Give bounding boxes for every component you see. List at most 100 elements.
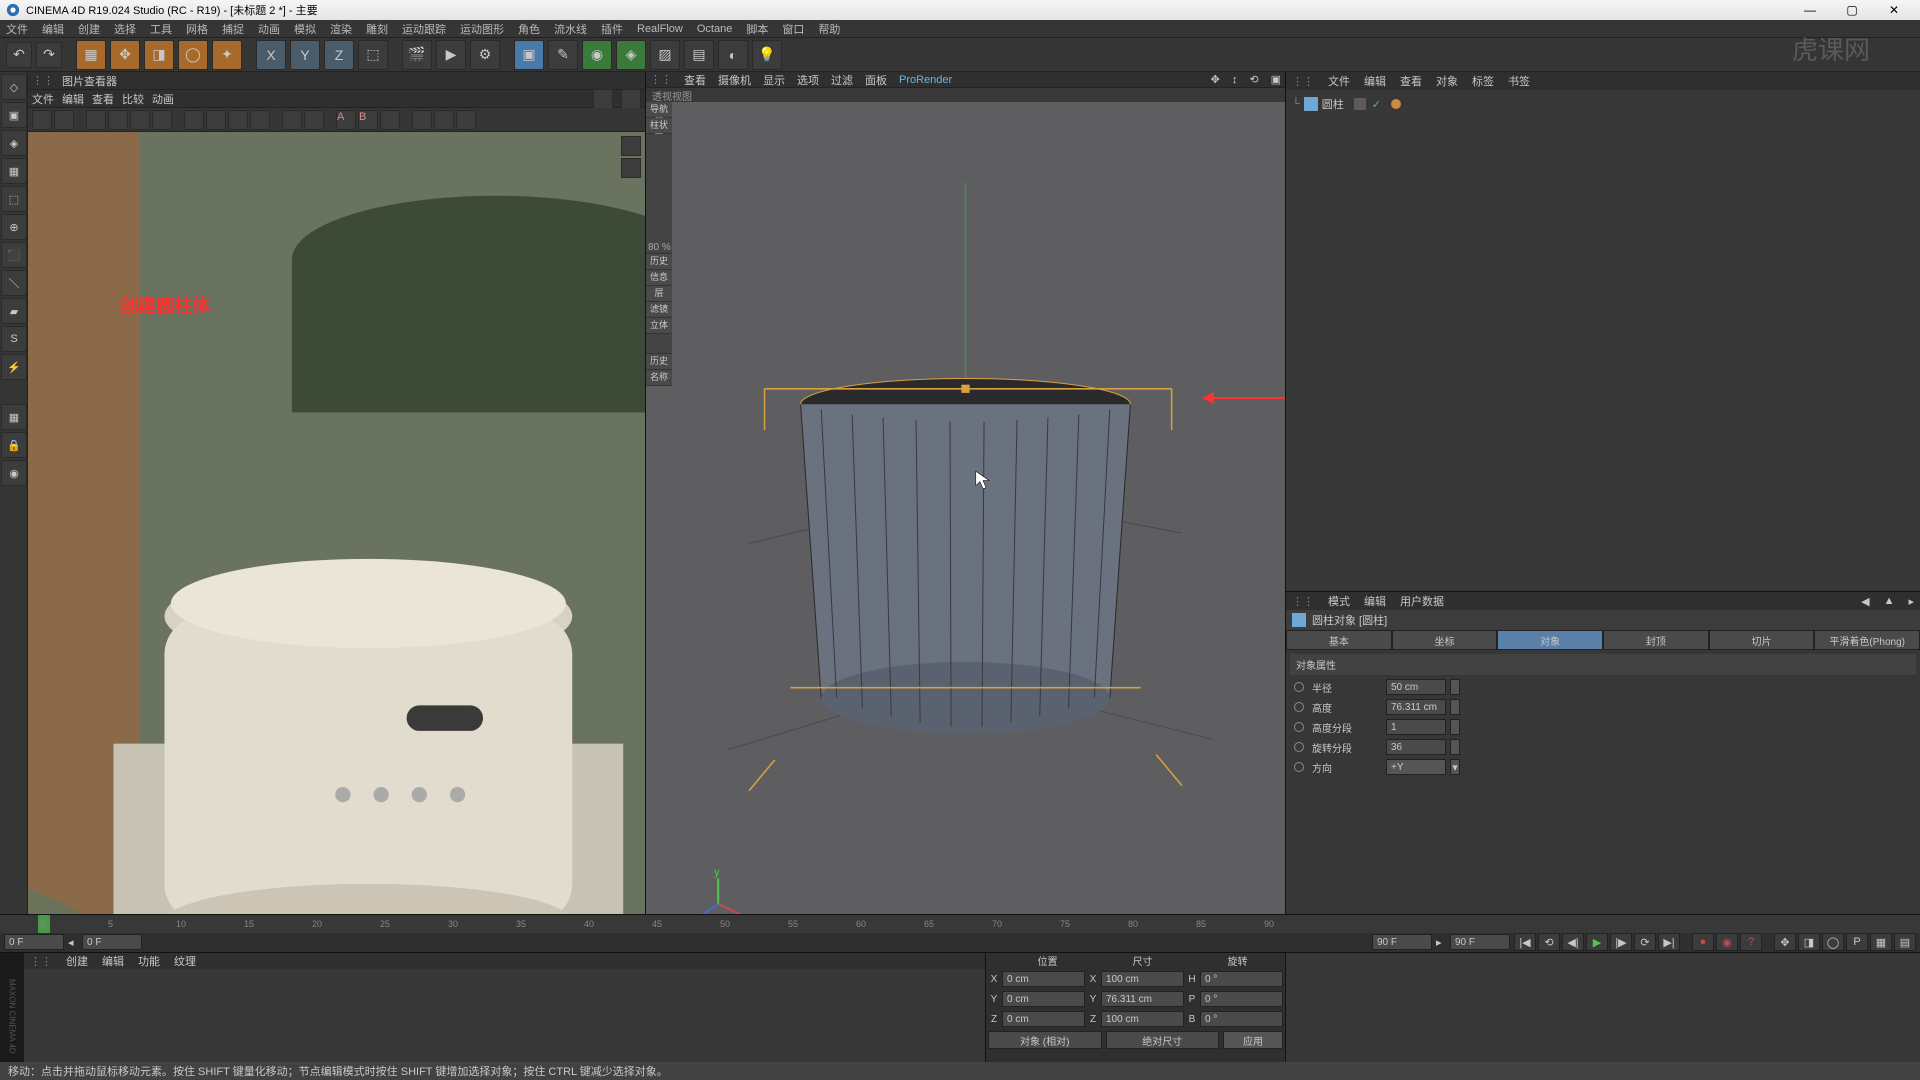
vp-side-h7[interactable]: 名称 [646, 370, 672, 386]
am-nav-next-icon[interactable]: ▸ [1908, 595, 1914, 608]
workplane-button[interactable]: ▦ [1, 158, 27, 184]
pv-tool-5[interactable] [130, 110, 150, 130]
picture-viewer-canvas[interactable] [28, 132, 645, 1024]
attr-tab-phong[interactable]: 平滑着色(Phong) [1814, 630, 1920, 650]
render-view-button[interactable]: 🎬 [402, 40, 432, 70]
om-menu-view[interactable]: 查看 [1400, 73, 1422, 89]
vp-side-h2[interactable]: 信息 [646, 270, 672, 286]
bulb-button[interactable]: 💡 [752, 40, 782, 70]
select-tool[interactable]: ▦ [76, 40, 106, 70]
pv-tool-13[interactable] [380, 110, 400, 130]
prev-key-button[interactable]: ⟲ [1538, 933, 1560, 951]
vp-side-hist[interactable]: 柱状图 [646, 118, 672, 134]
vp-menu-view[interactable]: 查看 [684, 72, 706, 88]
spinner-icon[interactable] [1450, 719, 1460, 735]
attr-tab-coord[interactable]: 坐标 [1392, 630, 1498, 650]
pv-menu-view[interactable]: 查看 [92, 91, 114, 107]
pv-tool-10[interactable] [250, 110, 270, 130]
coord-system-button[interactable]: ⬚ [358, 40, 388, 70]
next-key-button[interactable]: ⟳ [1634, 933, 1656, 951]
am-menu-edit[interactable]: 编辑 [1364, 593, 1386, 609]
axis-mode-button[interactable]: ⊕ [1, 214, 27, 240]
key-opt2-button[interactable]: ▤ [1894, 933, 1916, 951]
menu-character[interactable]: 角色 [518, 21, 540, 37]
vp-menu-filter[interactable]: 过滤 [831, 72, 853, 88]
coord-size-select[interactable]: 绝对尺寸 [1106, 1031, 1220, 1049]
key-rot-button[interactable]: ◯ [1822, 933, 1844, 951]
coord-mode-select[interactable]: 对象 (相对) [988, 1031, 1102, 1049]
coord-x-pos[interactable]: 0 cm [1002, 971, 1085, 987]
model-mode-button[interactable]: ▣ [1, 102, 27, 128]
om-menu-bookmark[interactable]: 书签 [1508, 73, 1530, 89]
attr-hseg-input[interactable]: 1 [1386, 719, 1446, 735]
step-fwd-button[interactable]: |▶ [1610, 933, 1632, 951]
pv-tool-3[interactable] [86, 110, 106, 130]
camera-button[interactable]: ▤ [684, 40, 714, 70]
pv-menu-anim[interactable]: 动画 [152, 91, 174, 107]
radio-icon[interactable] [1294, 762, 1304, 772]
edge-mode-button[interactable]: ＼ [1, 270, 27, 296]
polygon-mode-button[interactable]: ▰ [1, 298, 27, 324]
vp-menu-prorender[interactable]: ProRender [899, 74, 952, 86]
light-button[interactable]: ◐ [718, 40, 748, 70]
scale-tool[interactable]: ◨ [144, 40, 174, 70]
undo-button[interactable]: ↶ [6, 42, 32, 68]
menu-snap[interactable]: 捕捉 [222, 21, 244, 37]
move-tool[interactable]: ✥ [110, 40, 140, 70]
menu-mograph[interactable]: 运动图形 [460, 21, 504, 37]
object-mode-button[interactable]: ⬚ [1, 186, 27, 212]
pv-side-2[interactable] [621, 158, 641, 178]
obj-phong-tag-icon[interactable] [1391, 99, 1401, 109]
tweak-button[interactable]: ⚡ [1, 354, 27, 380]
coord-y-pos[interactable]: 0 cm [1002, 991, 1085, 1007]
menu-edit[interactable]: 编辑 [42, 21, 64, 37]
menu-realflow[interactable]: RealFlow [637, 23, 683, 35]
attr-tab-basic[interactable]: 基本 [1286, 630, 1392, 650]
pv-tool-8[interactable] [206, 110, 226, 130]
viewport-canvas[interactable]: 导航器 柱状图 历史 信息 层 滤镜 立体 历史 名称 80 % [646, 102, 1285, 1026]
am-nav-up-icon[interactable]: ▲ [1884, 595, 1895, 607]
snap-toggle-button[interactable]: ▦ [1, 404, 27, 430]
goto-start-button[interactable]: |◀ [1514, 933, 1536, 951]
make-editable-button[interactable]: ◇ [1, 74, 27, 100]
coord-x-size[interactable]: 100 cm [1101, 971, 1184, 987]
key-pos-button[interactable]: ✥ [1774, 933, 1796, 951]
coord-y-size[interactable]: 76.311 cm [1101, 991, 1184, 1007]
primitive-cube-button[interactable]: ▣ [514, 40, 544, 70]
radio-icon[interactable] [1294, 722, 1304, 732]
obj-vis-icon[interactable]: ✓ [1372, 98, 1381, 111]
pv-tool-save[interactable] [54, 110, 74, 130]
menu-motiontrack[interactable]: 运动跟踪 [402, 21, 446, 37]
frame-end2-input[interactable]: 90 F [1450, 934, 1510, 950]
render-picture-button[interactable]: ▶ [436, 40, 466, 70]
vp-menu-camera[interactable]: 摄像机 [718, 72, 751, 88]
attr-tab-object[interactable]: 对象 [1497, 630, 1603, 650]
vp-side-h4[interactable]: 滤镜 [646, 302, 672, 318]
radio-icon[interactable] [1294, 742, 1304, 752]
frame-end-input[interactable]: 90 F [1372, 934, 1432, 950]
menu-window[interactable]: 窗口 [782, 21, 804, 37]
key-pla-button[interactable]: ▦ [1870, 933, 1892, 951]
spinner-icon[interactable] [1450, 679, 1460, 695]
menu-file[interactable]: 文件 [6, 21, 28, 37]
attr-tab-slice[interactable]: 切片 [1709, 630, 1815, 650]
pv-tool-12[interactable] [304, 110, 324, 130]
pv-tool-open[interactable] [32, 110, 52, 130]
om-menu-obj[interactable]: 对象 [1436, 73, 1458, 89]
object-name[interactable]: 圆柱 [1322, 96, 1344, 112]
coord-p-rot[interactable]: 0 ° [1200, 991, 1283, 1007]
environment-button[interactable]: ▨ [650, 40, 680, 70]
menu-plugins[interactable]: 插件 [601, 21, 623, 37]
spinner-icon[interactable] [1450, 739, 1460, 755]
misc-button[interactable]: ◉ [1, 460, 27, 486]
coord-h-rot[interactable]: 0 ° [1200, 971, 1283, 987]
key-scale-button[interactable]: ◨ [1798, 933, 1820, 951]
redo-button[interactable]: ↷ [36, 42, 62, 68]
recent-tool[interactable]: ✦ [212, 40, 242, 70]
radio-icon[interactable] [1294, 682, 1304, 692]
pv-tool-4[interactable] [108, 110, 128, 130]
attr-height-input[interactable]: 76.311 cm [1386, 699, 1446, 715]
coord-b-rot[interactable]: 0 ° [1200, 1011, 1283, 1027]
object-item-cylinder[interactable]: └ 圆柱 ✓ [1290, 94, 1916, 114]
om-menu-file[interactable]: 文件 [1328, 73, 1350, 89]
